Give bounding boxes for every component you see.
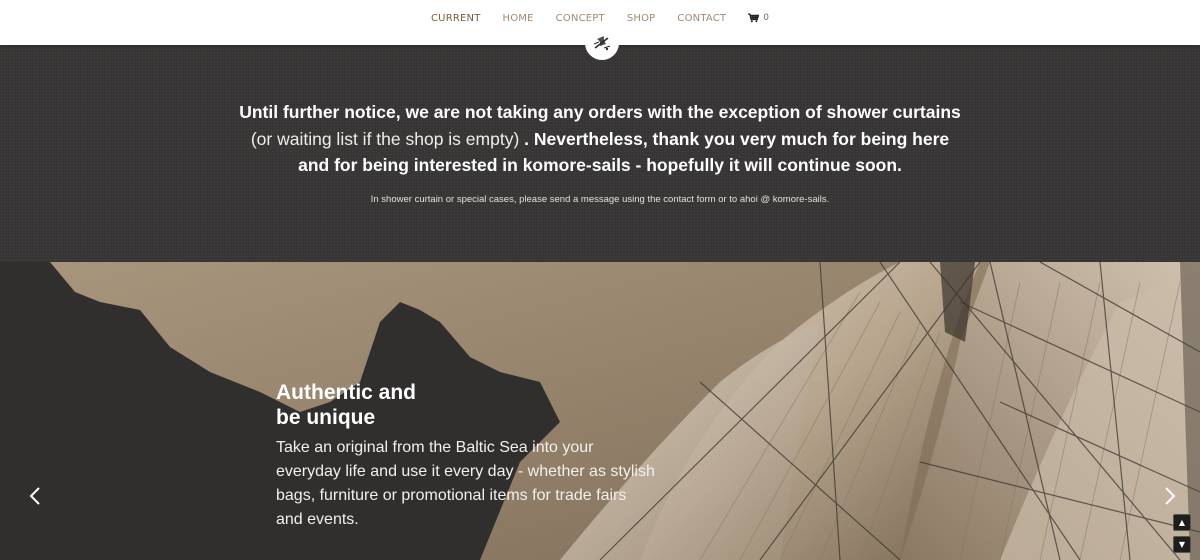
- nav-item-contact[interactable]: CONTACT: [666, 13, 737, 24]
- hero-description: Take an original from the Baltic Sea int…: [276, 439, 655, 528]
- nav-item-current[interactable]: CURRENT: [420, 13, 492, 24]
- slider-next-button[interactable]: [1160, 484, 1180, 508]
- shopping-cart-icon: [748, 13, 760, 23]
- notice-line-2-light: (or waiting list if the shop is empty): [250, 128, 520, 149]
- chevron-left-icon: [29, 487, 40, 505]
- triangle-down-icon: ▼: [1178, 540, 1186, 549]
- scroll-down-button[interactable]: ▼: [1173, 536, 1191, 553]
- hero-caption: Authentic and be unique Take an original…: [276, 380, 656, 532]
- notice-contact-hint: In shower curtain or special cases, plea…: [370, 194, 830, 205]
- slider-prev-button[interactable]: [25, 484, 45, 508]
- site-logo[interactable]: [585, 26, 619, 60]
- hero-title-line-1: Authentic and: [276, 381, 416, 404]
- hero-title-line-2: be unique: [276, 406, 376, 429]
- hero-slider: Authentic and be unique Take an original…: [0, 262, 1200, 560]
- nav-item-home[interactable]: HOME: [492, 13, 545, 24]
- cart-button[interactable]: 0: [737, 13, 780, 23]
- scroll-up-button[interactable]: ▲: [1173, 514, 1191, 531]
- notice-line-2-bold: . Nevertheless, thank you very much for …: [519, 128, 950, 149]
- notice-line-1: Until further notice, we are not taking …: [239, 102, 961, 122]
- nav-item-shop[interactable]: SHOP: [616, 13, 667, 24]
- notice-line-3: and for being interested in komore-sails…: [298, 155, 902, 175]
- notice-message: Until further notice, we are not taking …: [200, 99, 1000, 179]
- cart-count: 0: [763, 13, 769, 23]
- nav-item-concept[interactable]: CONCEPT: [545, 13, 616, 24]
- notice-section: Until further notice, we are not taking …: [0, 45, 1200, 262]
- chevron-right-icon: [1165, 487, 1176, 505]
- sail-logo-icon: [593, 36, 611, 51]
- hero-title: Authentic and be unique: [276, 380, 656, 430]
- triangle-up-icon: ▲: [1178, 518, 1186, 527]
